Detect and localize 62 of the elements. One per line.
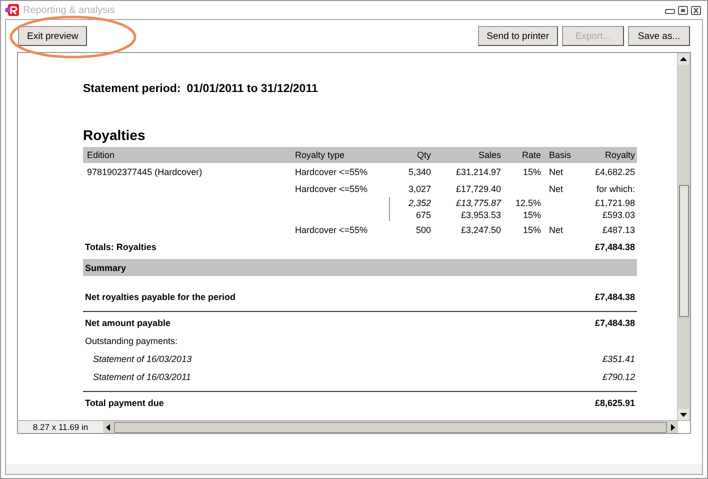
period-label: Statement period: — [83, 83, 181, 95]
table-cell: 15% — [522, 210, 541, 220]
table-cell: 15% — [522, 224, 541, 234]
column-header: Basis — [548, 150, 572, 160]
summary-label: Statement of 16/03/2011 — [93, 372, 191, 382]
toolbar-button[interactable]: Save as... — [628, 26, 690, 46]
scroll-down-icon[interactable] — [678, 409, 689, 420]
column-header: Edition — [86, 150, 116, 160]
table-cell: £1,721.98 — [594, 198, 635, 208]
table-cell: £4,682.25 — [594, 166, 635, 176]
column-header: Royalty — [604, 150, 636, 160]
table-cell: £593.03 — [602, 210, 635, 220]
table-cell: 500 — [416, 224, 431, 234]
table-cell: £17,729.40 — [456, 184, 501, 194]
app-logo-icon — [5, 3, 19, 17]
table-cell: 12.5% — [515, 198, 541, 208]
table-cell: Net — [549, 184, 564, 194]
summary-label: Net royalties payable for the period — [85, 292, 236, 302]
table-cell: Hardcover <=55% — [295, 166, 368, 176]
maximize-icon[interactable] — [678, 6, 688, 14]
table-cell: for which: — [596, 184, 635, 194]
column-header: Royalty type — [295, 150, 346, 160]
table-cell: £31,214.97 — [456, 166, 501, 176]
table-cell: 15% — [522, 166, 541, 176]
column-header: Qty — [416, 150, 431, 160]
totals-value: £7,484.38 — [594, 242, 635, 252]
summary-value: £7,484.38 — [594, 292, 635, 302]
table-cell: £3,953.53 — [460, 210, 501, 220]
table-cell: Hardcover <=55% — [295, 224, 368, 234]
summary-value: £351.41 — [602, 354, 635, 364]
table-cell: 9781902377445 (Hardcover) — [87, 166, 202, 176]
table-cell: 3,027 — [408, 184, 431, 194]
table-cell: 675 — [416, 210, 431, 220]
table-cell: £3,247.50 — [460, 224, 501, 234]
page-size-label: 8.27 x 11.69 in — [18, 421, 103, 433]
column-header: Sales — [477, 150, 501, 160]
scroll-up-icon[interactable] — [678, 54, 689, 65]
summary-label: Outstanding payments: — [85, 336, 178, 346]
summary-value: £790.12 — [602, 372, 635, 382]
table-cell: Net — [549, 166, 564, 176]
table-cell: Net — [549, 224, 564, 234]
table-cell: £487.13 — [602, 224, 635, 234]
summary-value: £8,625.91 — [594, 398, 635, 408]
scroll-thumb[interactable] — [679, 185, 689, 317]
section-title: Royalties — [83, 127, 146, 143]
summary-label: Total payment due — [85, 398, 164, 408]
summary-header: Summary — [83, 259, 637, 276]
period-value: 01/01/2011 to 31/12/2011 — [186, 83, 318, 95]
table-cell: Hardcover <=55% — [295, 184, 368, 194]
summary-label: Net amount payable — [85, 318, 171, 328]
exit-preview-button[interactable]: Exit preview — [18, 26, 88, 46]
summary-value: £7,484.38 — [594, 318, 635, 328]
column-header: Rate — [520, 150, 541, 160]
toolbar-button[interactable]: Send to printer — [478, 26, 558, 46]
close-icon[interactable] — [691, 6, 701, 14]
vertical-scrollbar[interactable] — [677, 53, 690, 420]
table-cell: £13,775.87 — [456, 198, 501, 208]
table-cell: 2,352 — [408, 198, 431, 208]
totals-label: Totals: Royalties — [85, 242, 156, 252]
summary-label: Statement of 16/03/2013 — [93, 354, 192, 364]
table-cell: 5,340 — [408, 166, 431, 176]
window-title: Reporting & analysis — [23, 4, 115, 16]
